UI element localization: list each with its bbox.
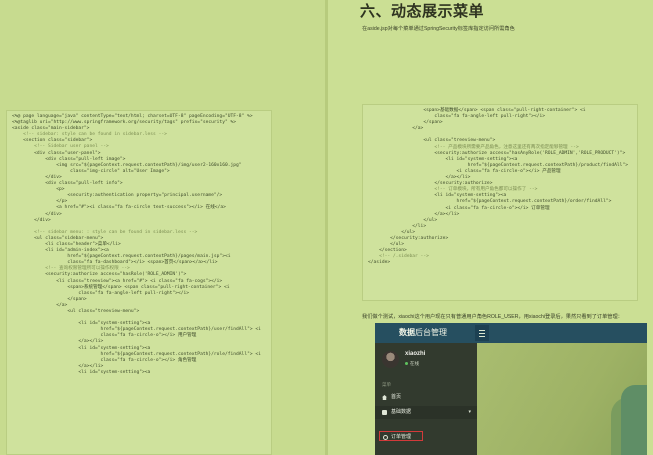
user-name: xiaozhi bbox=[405, 351, 426, 357]
code-line: <li id="system-setting"><a bbox=[12, 369, 151, 375]
code-line: </aside> bbox=[368, 260, 391, 266]
status-label: 在线 bbox=[410, 361, 419, 366]
code-line: <img src="${pageContext.request.contextP… bbox=[12, 162, 242, 168]
circle-icon bbox=[383, 435, 388, 440]
code-block-left: <%@ page language="java" contentType="te… bbox=[6, 110, 272, 455]
nav-item-home[interactable]: 首页 bbox=[375, 391, 477, 404]
code-line: href="${pageContext.request.contextPath}… bbox=[368, 199, 612, 205]
nav-item-order-management[interactable]: 订单管理 bbox=[379, 431, 423, 441]
page-divider bbox=[325, 0, 328, 455]
code-line: <security:authorize access="hasAnyRole('… bbox=[368, 150, 626, 156]
user-status: 在线 bbox=[405, 361, 419, 367]
chevron-down-icon: ▾ bbox=[468, 409, 471, 415]
nav-base-data-label: 基础数据 bbox=[391, 409, 412, 415]
nav-home-label: 首页 bbox=[391, 394, 402, 400]
brand-bold: 数据 bbox=[399, 328, 415, 337]
intro-text: 在aside.jsp对每个菜单通过SpringSecurity标签库指定访问所需… bbox=[362, 26, 515, 32]
nav-item-base-data[interactable]: 基础数据 ▾ bbox=[375, 406, 477, 419]
avatar bbox=[382, 351, 399, 368]
online-dot-icon bbox=[405, 362, 408, 366]
admin-brand: 数据后台管理 bbox=[399, 327, 447, 338]
nav-header: 菜单 bbox=[382, 382, 391, 387]
cubes-icon bbox=[382, 410, 387, 415]
code-block-right: <span>基础数据</span> <span class="pull-righ… bbox=[362, 104, 638, 301]
section-heading: 六、动态展示菜单 bbox=[360, 3, 485, 20]
decorative-shape bbox=[621, 385, 647, 455]
result-text: 我们做个测试，xiaochi这个用户现在只有普通用户角色ROLE_USER，用x… bbox=[362, 314, 623, 320]
admin-top-bar: 数据后台管理 bbox=[375, 323, 647, 343]
code-line: href="${pageContext.request.contextPath}… bbox=[12, 351, 261, 357]
nav-order-label: 订单管理 bbox=[391, 434, 412, 440]
admin-screenshot: 数据后台管理 xiaozhi 在线 菜单 首页 基础数据 ▾ 订单管理 bbox=[375, 323, 647, 455]
hamburger-icon[interactable] bbox=[475, 325, 489, 341]
home-icon bbox=[382, 395, 387, 400]
brand-light: 后台管理 bbox=[415, 328, 447, 337]
code-line: <span>系统管理</span> <span class="pull-righ… bbox=[12, 284, 230, 290]
